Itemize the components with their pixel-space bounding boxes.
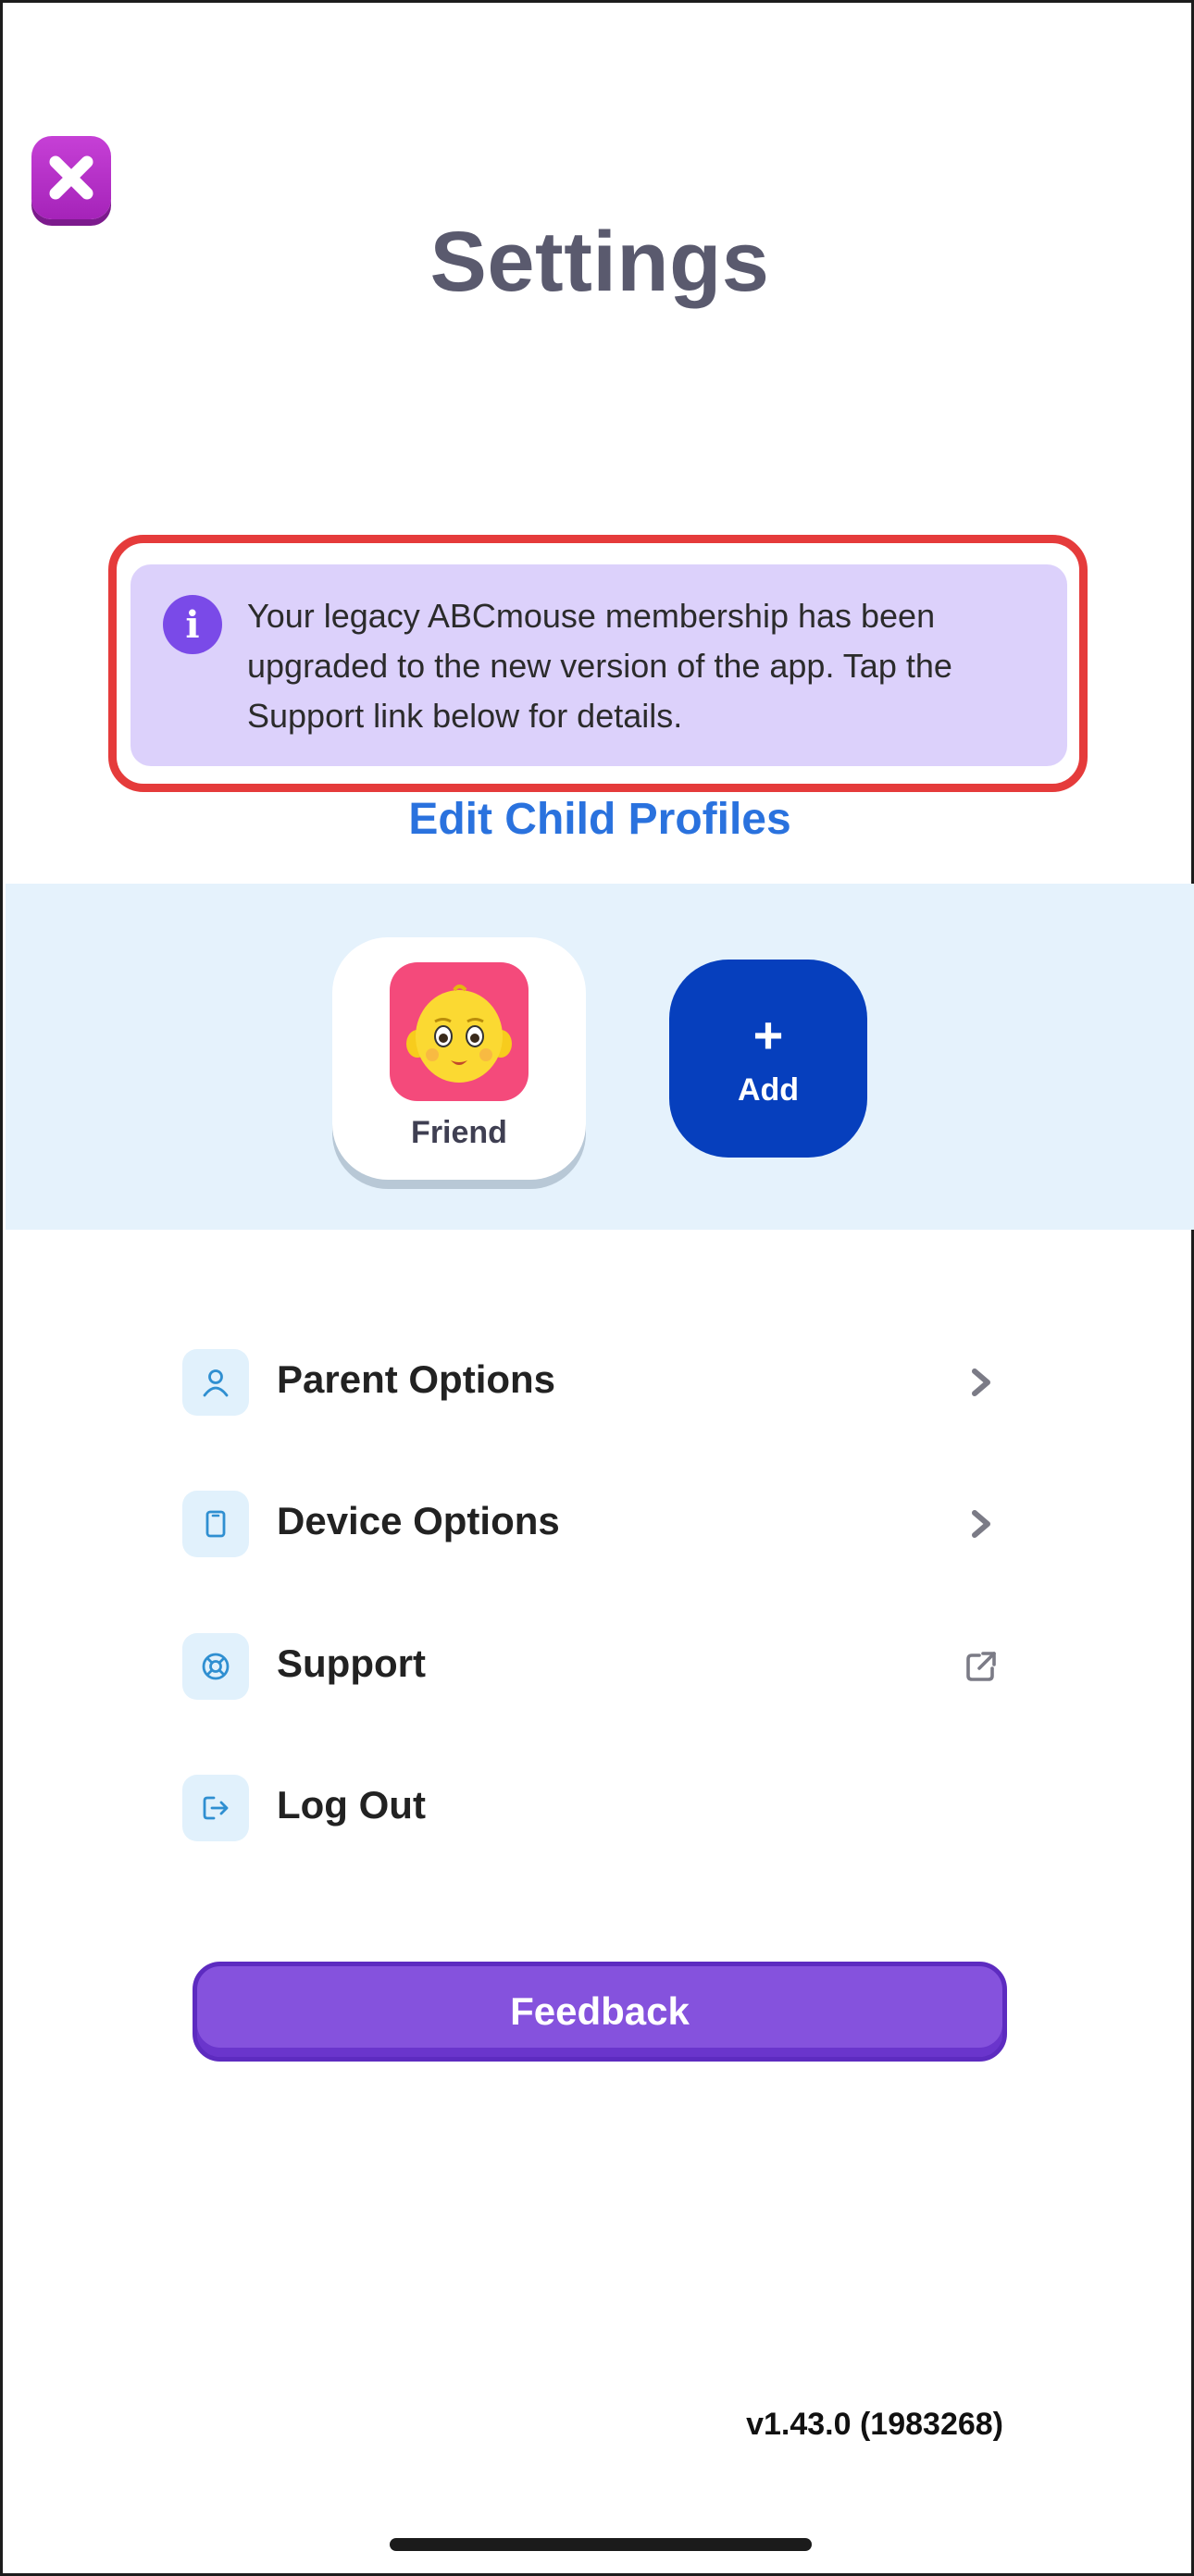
- app-version: v1.43.0 (1983268): [746, 2407, 1003, 2442]
- menu-item-label: Support: [277, 1641, 426, 1685]
- banner-message: Your legacy ABCmouse membership has been…: [247, 597, 952, 735]
- baby-face-icon: [406, 985, 512, 1083]
- menu-item-log-out[interactable]: Log Out: [182, 1772, 1002, 1844]
- home-indicator[interactable]: [390, 2538, 812, 2551]
- close-icon: [49, 155, 93, 200]
- person-icon: [182, 1349, 249, 1416]
- menu-item-support[interactable]: Support: [182, 1630, 1002, 1703]
- profile-name: Friend: [411, 1115, 507, 1150]
- plus-icon: +: [752, 1005, 784, 1064]
- add-profile-button[interactable]: + Add: [669, 960, 867, 1158]
- menu-item-parent-options[interactable]: Parent Options: [182, 1346, 1002, 1418]
- baby-avatar: [390, 962, 529, 1101]
- external-link-icon: [960, 1645, 1002, 1688]
- feedback-button[interactable]: Feedback: [193, 1962, 1007, 2062]
- edit-child-profiles-link[interactable]: Edit Child Profiles: [3, 794, 1194, 845]
- menu-item-label: Device Options: [277, 1499, 560, 1542]
- chevron-right-icon: [960, 1503, 1002, 1545]
- logout-icon: [182, 1775, 249, 1841]
- add-profile-label: Add: [737, 1071, 800, 1108]
- menu-item-device-options[interactable]: Device Options: [182, 1488, 1002, 1560]
- profiles-strip: [6, 884, 1194, 1230]
- chevron-right-icon: [960, 1361, 1002, 1404]
- page-title: Settings: [429, 215, 770, 309]
- lifebuoy-icon: [182, 1633, 249, 1700]
- close-button[interactable]: [31, 136, 111, 219]
- device-icon: [182, 1491, 249, 1557]
- menu-item-label: Parent Options: [277, 1357, 556, 1401]
- menu-item-label: Log Out: [277, 1783, 426, 1827]
- info-icon: i: [163, 595, 222, 654]
